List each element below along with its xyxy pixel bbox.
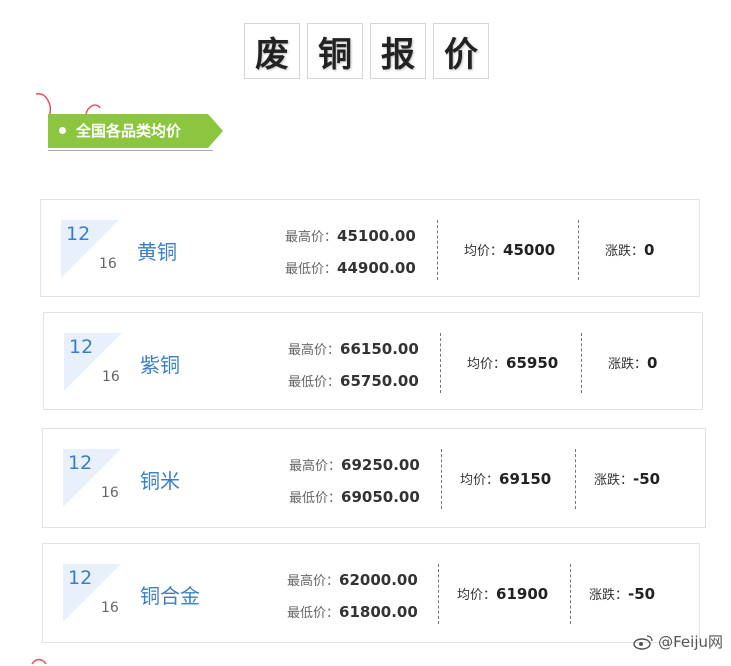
low-price-value: 44900.00	[337, 259, 416, 277]
change-label: 涨跌：	[589, 588, 629, 603]
price-change: 涨跌：0	[608, 353, 657, 372]
low-price: 最低价：61800.00	[287, 602, 418, 621]
product-name: 黄铜	[137, 240, 177, 264]
avg-price: 均价：65950	[467, 353, 558, 372]
avg-value: 69150	[499, 470, 552, 488]
date-month: 12	[68, 567, 93, 589]
page-title: 废 铜 报 价	[244, 23, 504, 83]
price-change: 涨跌：-50	[589, 584, 655, 603]
dashed-divider	[578, 220, 579, 280]
dashed-divider	[437, 220, 438, 280]
title-char: 报	[370, 23, 426, 79]
title-char: 价	[433, 23, 489, 79]
date-month: 12	[66, 223, 91, 245]
price-card: 12 16 紫铜 最高价：66150.00 最低价：65750.00 均价：65…	[43, 312, 703, 410]
low-price: 最低价：44900.00	[285, 258, 416, 277]
high-price-label: 最高价：	[285, 230, 338, 245]
price-change: 涨跌：0	[605, 240, 654, 259]
change-label: 涨跌：	[594, 473, 634, 488]
high-price-label: 最高价：	[289, 459, 342, 474]
product-name: 铜米	[140, 469, 180, 493]
low-price-label: 最低价：	[288, 375, 341, 390]
change-value: 0	[644, 241, 655, 259]
price-card: 12 16 铜米 最高价：69250.00 最低价：69050.00 均价：69…	[42, 428, 706, 528]
low-price-label: 最低价：	[287, 606, 340, 621]
low-price-value: 69050.00	[341, 488, 420, 506]
avg-label: 均价：	[464, 244, 504, 259]
high-price: 最高价：69250.00	[289, 455, 420, 474]
avg-label: 均价：	[457, 588, 497, 603]
change-label: 涨跌：	[605, 244, 645, 259]
dashed-divider	[581, 333, 582, 393]
watermark-text: @Feiju网	[658, 633, 723, 651]
low-price-label: 最低价：	[289, 491, 342, 506]
high-price-value: 62000.00	[339, 571, 418, 589]
low-price-value: 61800.00	[339, 603, 418, 621]
change-value: -50	[628, 585, 656, 603]
weibo-icon	[633, 634, 653, 650]
avg-label: 均价：	[467, 357, 507, 372]
avg-price: 均价：45000	[464, 240, 555, 259]
section-tag-label: 全国各品类均价	[76, 122, 182, 140]
high-price-label: 最高价：	[287, 574, 340, 589]
high-price: 最高价：45100.00	[285, 226, 416, 245]
section-tag: 全国各品类均价	[48, 114, 223, 148]
high-price-value: 69250.00	[341, 456, 420, 474]
low-price-value: 65750.00	[340, 372, 419, 390]
avg-value: 65950	[506, 354, 559, 372]
price-change: 涨跌：-50	[594, 469, 660, 488]
high-price-label: 最高价：	[288, 343, 341, 358]
avg-price: 均价：61900	[457, 584, 548, 603]
date-day: 16	[99, 256, 117, 272]
dashed-divider	[570, 564, 571, 624]
date-day: 16	[102, 369, 120, 385]
date-month: 12	[68, 452, 93, 474]
low-price-label: 最低价：	[285, 262, 338, 277]
high-price: 最高价：66150.00	[288, 339, 419, 358]
avg-label: 均价：	[460, 473, 500, 488]
date-month: 12	[69, 336, 94, 358]
high-price-value: 45100.00	[337, 227, 416, 245]
dashed-divider	[441, 449, 442, 509]
divider	[48, 150, 213, 151]
avg-value: 45000	[503, 241, 556, 259]
title-char: 废	[244, 23, 300, 79]
string-decoration	[31, 658, 47, 665]
title-char: 铜	[307, 23, 363, 79]
dashed-divider	[440, 333, 441, 393]
date-day: 16	[101, 600, 119, 616]
dashed-divider	[575, 449, 576, 509]
low-price: 最低价：65750.00	[288, 371, 419, 390]
product-name: 紫铜	[140, 353, 180, 377]
watermark: @Feiju网	[632, 631, 723, 652]
price-card: 12 16 黄铜 最高价：45100.00 最低价：44900.00 均价：45…	[40, 199, 700, 297]
dashed-divider	[438, 564, 439, 624]
high-price: 最高价：62000.00	[287, 570, 418, 589]
low-price: 最低价：69050.00	[289, 487, 420, 506]
change-label: 涨跌：	[608, 357, 648, 372]
high-price-value: 66150.00	[340, 340, 419, 358]
tag-hole	[59, 127, 66, 134]
product-name: 铜合金	[140, 584, 200, 608]
avg-value: 61900	[496, 585, 549, 603]
date-day: 16	[101, 485, 119, 501]
change-value: 0	[647, 354, 658, 372]
change-value: -50	[633, 470, 661, 488]
avg-price: 均价：69150	[460, 469, 551, 488]
price-card: 12 16 铜合金 最高价：62000.00 最低价：61800.00 均价：6…	[42, 543, 700, 643]
